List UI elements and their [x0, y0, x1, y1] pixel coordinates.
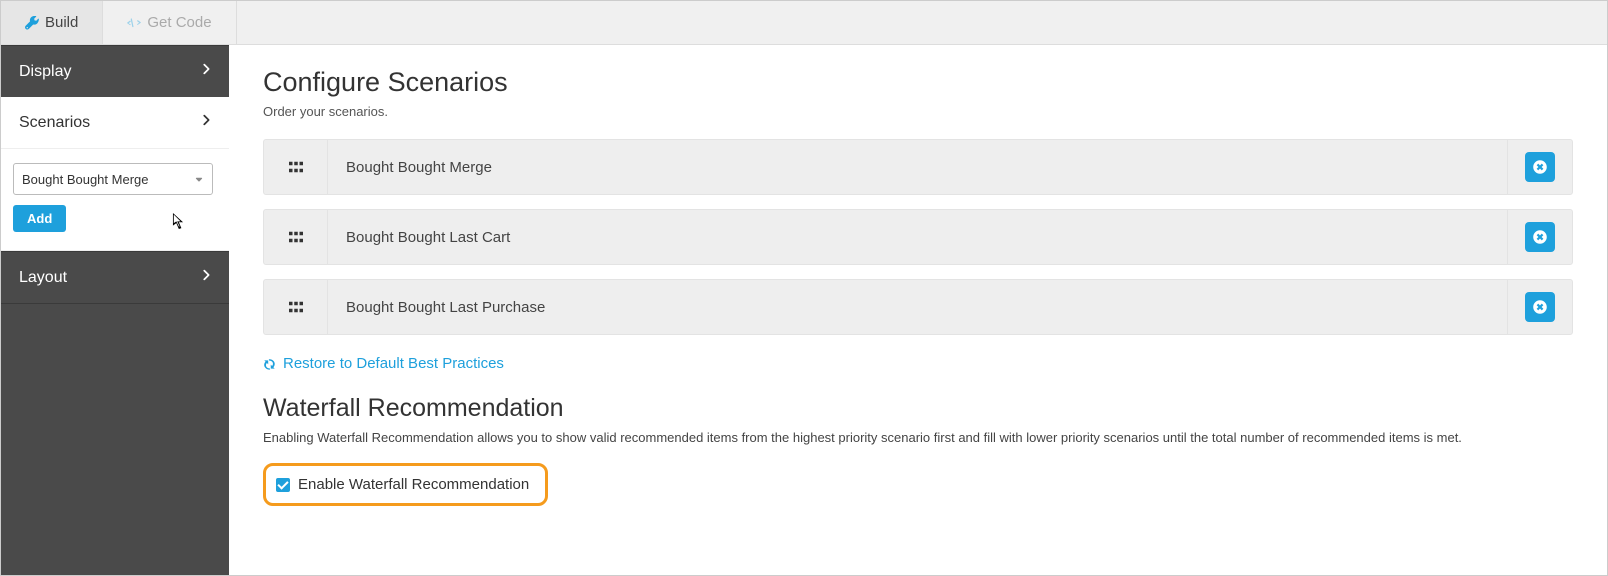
sidebar-scenarios-label: Scenarios [19, 114, 90, 132]
main-content: Configure Scenarios Order your scenarios… [229, 45, 1607, 575]
refresh-icon [263, 357, 277, 371]
add-button[interactable]: Add [13, 205, 66, 232]
code-icon [127, 16, 141, 30]
delete-button[interactable] [1525, 292, 1555, 322]
scenario-label: Bought Bought Last Cart [328, 210, 1508, 264]
sidebar-layout-label: Layout [19, 269, 67, 287]
chevron-right-icon [201, 62, 211, 81]
scenario-row: Bought Bought Last Cart [263, 209, 1573, 265]
close-circle-icon [1533, 300, 1547, 314]
delete-cell [1508, 140, 1572, 194]
delete-button[interactable] [1525, 152, 1555, 182]
close-circle-icon [1533, 160, 1547, 174]
enable-waterfall-checkbox[interactable] [276, 478, 290, 492]
grip-icon [289, 300, 303, 314]
sidebar-item-display[interactable]: Display [1, 45, 229, 97]
wrench-icon [25, 16, 39, 30]
waterfall-heading: Waterfall Recommendation [263, 394, 1573, 423]
page-title: Configure Scenarios [263, 67, 1573, 98]
restore-defaults-label: Restore to Default Best Practices [283, 355, 504, 372]
grip-icon [289, 230, 303, 244]
tab-get-code-label: Get Code [147, 14, 211, 31]
delete-button[interactable] [1525, 222, 1555, 252]
restore-defaults-link[interactable]: Restore to Default Best Practices [263, 355, 504, 372]
sidebar-item-scenarios[interactable]: Scenarios [1, 97, 229, 149]
waterfall-description: Enabling Waterfall Recommendation allows… [263, 429, 1573, 447]
drag-handle[interactable] [264, 210, 328, 264]
tab-get-code[interactable]: Get Code [103, 1, 236, 44]
scenario-row: Bought Bought Merge [263, 139, 1573, 195]
scenario-select-value: Bought Bought Merge [22, 172, 148, 187]
chevron-right-icon [201, 113, 211, 132]
grip-icon [289, 160, 303, 174]
enable-waterfall-wrap[interactable]: Enable Waterfall Recommendation [263, 463, 548, 506]
scenario-label: Bought Bought Merge [328, 140, 1508, 194]
sidebar: Display Scenarios Bought Bought Merge Ad… [1, 45, 229, 575]
sidebar-display-label: Display [19, 63, 71, 81]
tab-build-label: Build [45, 14, 78, 31]
scenario-label: Bought Bought Last Purchase [328, 280, 1508, 334]
top-tab-bar: Build Get Code [1, 1, 1607, 45]
scenario-select[interactable]: Bought Bought Merge [13, 163, 213, 195]
scenario-row: Bought Bought Last Purchase [263, 279, 1573, 335]
chevron-right-icon [201, 268, 211, 287]
caret-down-icon [194, 172, 204, 187]
delete-cell [1508, 210, 1572, 264]
sidebar-scenarios-panel: Bought Bought Merge Add [1, 149, 229, 251]
drag-handle[interactable] [264, 140, 328, 194]
close-circle-icon [1533, 230, 1547, 244]
drag-handle[interactable] [264, 280, 328, 334]
tab-build[interactable]: Build [1, 1, 103, 44]
sidebar-item-layout[interactable]: Layout [1, 251, 229, 304]
delete-cell [1508, 280, 1572, 334]
enable-waterfall-label: Enable Waterfall Recommendation [298, 476, 529, 493]
page-subtitle: Order your scenarios. [263, 104, 1573, 119]
